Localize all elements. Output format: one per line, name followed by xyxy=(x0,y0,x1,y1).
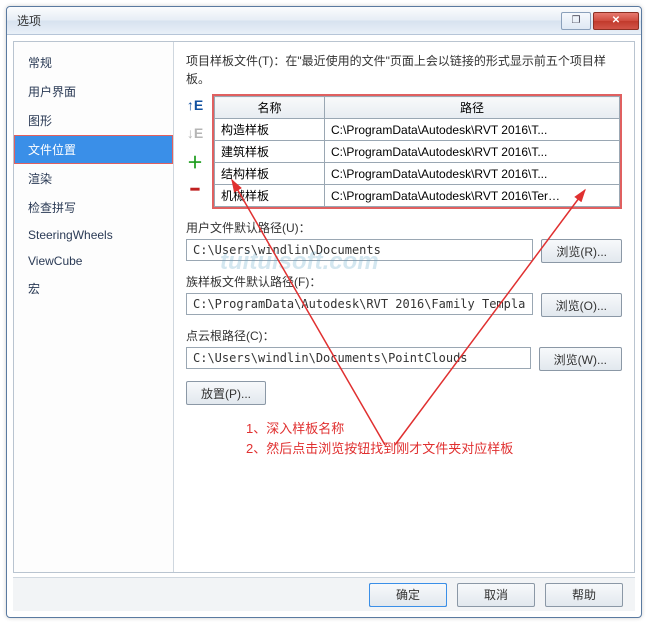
minus-icon: ━ xyxy=(191,181,199,198)
window-title: 选项 xyxy=(17,12,561,29)
table-row[interactable]: 建筑样板 C:\ProgramData\Autodesk\RVT 2016\T.… xyxy=(215,141,620,163)
table-row[interactable]: 构造样板 C:\ProgramData\Autodesk\RVT 2016\T.… xyxy=(215,119,620,141)
browse-family-button[interactable]: 浏览(O)... xyxy=(541,293,622,317)
cloud-path-row: 点云根路径(C)： 浏览(W)... xyxy=(186,327,622,371)
family-path-label: 族样板文件默认路径(F)： xyxy=(186,273,622,290)
titlebar[interactable]: 选项 ❐ ✕ xyxy=(7,7,641,35)
browse-cloud-button[interactable]: 浏览(W)... xyxy=(539,347,622,371)
delete-button[interactable]: ━ xyxy=(186,180,204,198)
ok-button[interactable]: 确定 xyxy=(369,583,447,607)
annotation-text: 1、深入样板名称 2、然后点击浏览按钮找到刚才文件夹对应样板 xyxy=(186,419,622,458)
annotation-line2: 2、然后点击浏览按钮找到刚才文件夹对应样板 xyxy=(246,439,622,459)
sidebar-item-ui[interactable]: 用户界面 xyxy=(14,77,173,106)
window-buttons: ❐ ✕ xyxy=(561,12,639,30)
user-path-row: 用户文件默认路径(U)： 浏览(R)... xyxy=(186,219,622,263)
plus-icon: ＋ xyxy=(187,149,203,173)
arrow-down-icon: ↓E xyxy=(187,125,203,141)
sidebar-item-macros[interactable]: 宏 xyxy=(14,274,173,303)
restore-icon: ❐ xyxy=(572,15,581,26)
sidebar-item-spellcheck[interactable]: 检查拼写 xyxy=(14,193,173,222)
move-up-button[interactable]: ↑E xyxy=(186,96,204,114)
place-button[interactable]: 放置(P)... xyxy=(186,381,266,405)
sidebar-item-steeringwheels[interactable]: SteeringWheels xyxy=(14,222,173,248)
user-path-label: 用户文件默认路径(U)： xyxy=(186,219,622,236)
move-down-button[interactable]: ↓E xyxy=(186,124,204,142)
template-table[interactable]: 名称 路径 构造样板 C:\ProgramData\Autodesk\RVT 2… xyxy=(214,96,620,207)
add-button[interactable]: ＋ xyxy=(186,152,204,170)
dialog-footer: 确定 取消 帮助 xyxy=(13,577,635,611)
place-row: 放置(P)... xyxy=(186,381,622,405)
cloud-path-label: 点云根路径(C)： xyxy=(186,327,622,344)
browse-user-button[interactable]: 浏览(R)... xyxy=(541,239,622,263)
family-path-input[interactable] xyxy=(186,293,533,315)
col-name[interactable]: 名称 xyxy=(215,97,325,119)
sidebar-item-viewcube[interactable]: ViewCube xyxy=(14,248,173,274)
sidebar-item-render[interactable]: 渲染 xyxy=(14,164,173,193)
table-row[interactable]: 结构样板 C:\ProgramData\Autodesk\RVT 2016\T.… xyxy=(215,163,620,185)
intro-text: 项目样板文件(T)：在"最近使用的文件"页面上会以链接的形式显示前五个项目样板。 xyxy=(186,52,622,88)
family-path-row: 族样板文件默认路径(F)： 浏览(O)... xyxy=(186,273,622,317)
annotation-line1: 1、深入样板名称 xyxy=(246,419,622,439)
options-dialog: 选项 ❐ ✕ 常规 用户界面 图形 文件位置 渲染 检查拼写 SteeringW… xyxy=(6,6,642,618)
sidebar-item-graphics[interactable]: 图形 xyxy=(14,106,173,135)
close-button[interactable]: ✕ xyxy=(593,12,639,30)
arrow-up-icon: ↑E xyxy=(187,97,203,113)
sidebar-item-general[interactable]: 常规 xyxy=(14,48,173,77)
col-path[interactable]: 路径 xyxy=(325,97,620,119)
table-row[interactable]: 机械样板 C:\ProgramData\Autodesk\RVT 2016\Te… xyxy=(215,185,620,207)
cloud-path-input[interactable] xyxy=(186,347,531,369)
cancel-button[interactable]: 取消 xyxy=(457,583,535,607)
main-panel: 项目样板文件(T)：在"最近使用的文件"页面上会以链接的形式显示前五个项目样板。… xyxy=(174,42,634,572)
template-toolbuttons: ↑E ↓E ＋ ━ xyxy=(186,94,206,209)
sidebar-item-file-locations[interactable]: 文件位置 xyxy=(14,135,173,164)
close-icon: ✕ xyxy=(612,15,620,26)
template-area: ↑E ↓E ＋ ━ 名称 路径 xyxy=(186,94,622,209)
help-button[interactable]: 帮助 xyxy=(545,583,623,607)
sidebar: 常规 用户界面 图形 文件位置 渲染 检查拼写 SteeringWheels V… xyxy=(14,42,174,572)
dialog-body: 常规 用户界面 图形 文件位置 渲染 检查拼写 SteeringWheels V… xyxy=(13,41,635,573)
template-grid: 名称 路径 构造样板 C:\ProgramData\Autodesk\RVT 2… xyxy=(212,94,622,209)
restore-button[interactable]: ❐ xyxy=(561,12,591,30)
user-path-input[interactable] xyxy=(186,239,533,261)
